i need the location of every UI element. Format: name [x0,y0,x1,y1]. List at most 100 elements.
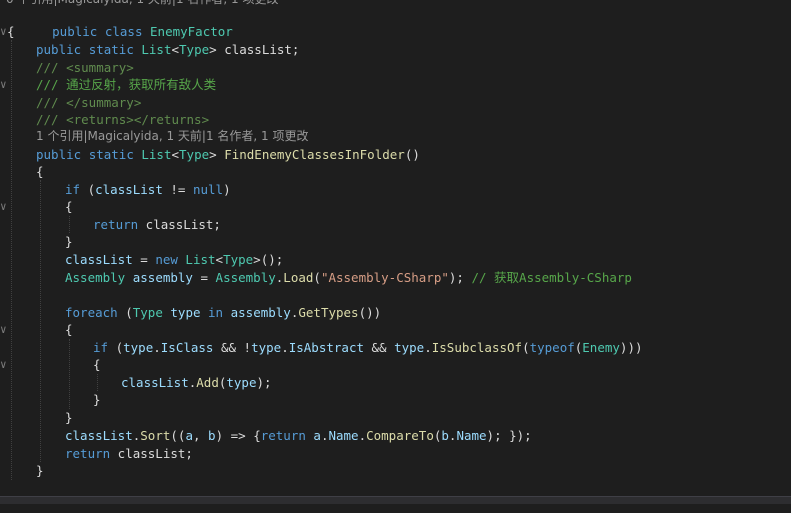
operator: = [192,270,216,285]
punct: . [281,340,289,355]
punct: < [171,147,180,162]
method-name: GetTypes [298,305,359,320]
punct: ) => { [215,428,261,443]
brace: { [7,24,15,39]
code-line-assign[interactable]: Assembly assembly = Assembly.Load("Assem… [0,269,791,286]
brace: } [93,392,101,407]
keyword: return [93,217,139,232]
code-line-brace[interactable]: { [0,356,791,373]
field-name: classList [224,42,292,57]
type-name: Type [179,42,210,57]
type-name: Enemy [582,340,620,355]
code-line-add[interactable]: classList.Add(type); [0,374,791,391]
code-line-brace[interactable]: } [0,462,791,479]
brace: { [65,322,73,337]
punct: < [171,42,180,57]
punct: . [153,340,161,355]
identifier: a [185,428,193,443]
identifier: type [251,340,282,355]
code-line-brace[interactable]: } [0,391,791,408]
brace: } [65,410,73,425]
code-line-brace[interactable]: { [0,163,791,180]
punct: . [358,428,367,443]
code-line-brace[interactable]: { [0,321,791,338]
code-line-brace[interactable]: { [0,198,791,215]
method-name: IsSubclassOf [431,340,523,355]
property: IsClass [160,340,214,355]
identifier: type [394,340,425,355]
comment: // 获取Assembly-CSharp [463,270,632,285]
indent-guide [11,40,12,480]
keyword: typeof [529,340,575,355]
method-name: Load [283,270,314,285]
method-name: Sort [140,428,171,443]
property: Name [328,428,359,443]
method-name: FindEnemyClassesInFolder [224,147,405,162]
operator: != [162,182,193,197]
punct: > [209,147,217,162]
brace: } [36,463,44,478]
identifier: assembly [132,270,193,285]
code-line-foreach[interactable]: ∨ foreach (Type type in assembly.GetType… [0,304,791,336]
brace: { [36,164,44,179]
punct: ( [108,340,124,355]
keyword: null [192,182,224,197]
property: Name [456,428,487,443]
codelens-line[interactable]: 1 个引用|Magicalyida, 1 天前|1 名作者, 1 项更改 [0,128,791,145]
punct: < [215,252,224,267]
code-line-sort[interactable]: classList.Sort((a, b) => {return a.Name.… [0,427,791,444]
code-editor[interactable]: 0 个引用|Magicalyida, 1 天前|1 名作者, 1 项更改 ∨ p… [0,0,791,504]
identifier: classList [95,182,163,197]
identifier: type [123,340,154,355]
keyword: return [65,446,111,461]
keyword: in [208,305,224,320]
punct: ))) [619,340,643,355]
doc-comment: /// <summary> [36,60,134,75]
punct: ( [80,182,96,197]
identifier: b [208,428,216,443]
identifier: classList [121,375,189,390]
punct: ); [448,270,464,285]
punct: > [253,252,261,267]
code-line-assign[interactable]: classList = new List<Type>(); [0,251,791,268]
identifier: assembly [230,305,291,320]
indent-guide [40,180,41,462]
doc-comment: /// <returns></returns> [36,112,210,127]
method-name: Add [196,375,219,390]
code-line-if[interactable]: ∨ if (classList != null) [0,181,791,213]
code-line-doc[interactable]: /// </summary> [0,94,791,111]
keyword: static [88,147,134,162]
keyword: if [93,340,109,355]
code-line-return[interactable]: return classList; [0,216,791,233]
code-line-doc[interactable]: /// 通过反射，获取所有敌人类 [0,76,791,93]
punct: (); [260,252,284,267]
codelens[interactable]: 1 个引用|Magicalyida, 1 天前|1 名作者, 1 项更改 [36,128,309,145]
code-line-method[interactable]: public static List<Type> FindEnemyClasse… [0,146,791,163]
identifier: classList [65,252,133,267]
keyword: public [36,42,82,57]
punct: . [424,340,432,355]
code-line-brace[interactable]: } [0,409,791,426]
code-line-doc[interactable]: /// <returns></returns> [0,111,791,128]
type-name: List [141,147,172,162]
code-text: classList; [110,446,193,461]
punct: ; [291,42,300,57]
type-name: List [141,42,172,57]
doc-comment: /// </summary> [36,95,142,110]
brace: { [93,357,101,372]
code-line-field[interactable]: public static List<Type> classList; [0,41,791,58]
punct: > [209,42,217,57]
identifier: b [441,428,449,443]
punct: ( [117,305,133,320]
code-line-doc[interactable]: ∨ /// <summary> [0,59,791,91]
code-line-return[interactable]: return classList; [0,445,791,462]
identifier: a [313,428,321,443]
code-line-brace[interactable]: { [0,23,791,40]
punct: ( [313,270,321,285]
indent-guide [69,216,70,233]
code-line-brace[interactable]: } [0,233,791,250]
code-line-class[interactable]: ∨ public class EnemyFactor [0,6,791,39]
code-line-if[interactable]: ∨ if (type.IsClass && !type.IsAbstract &… [0,339,791,371]
punct: ( [522,340,530,355]
brace: } [65,234,73,249]
